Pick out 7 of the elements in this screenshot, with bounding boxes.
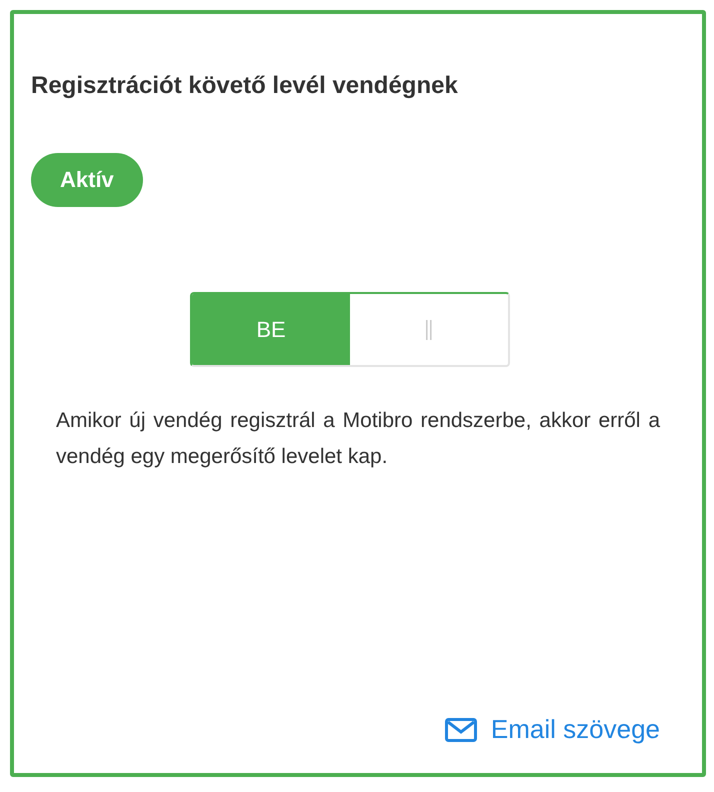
card-title: Regisztrációt követő levél vendégnek <box>31 72 459 100</box>
description-text: Amikor új vendég regisztrál a Motibro rendszerbe, akkor erről a vendég egy megerősítő levelet kap. <box>56 408 660 470</box>
envelope-icon <box>444 718 477 742</box>
grip-icon <box>426 320 432 340</box>
on-off-toggle[interactable]: BE <box>190 292 510 367</box>
status-badge: Aktív <box>31 153 143 207</box>
email-text-link[interactable]: Email szövege <box>444 714 660 745</box>
